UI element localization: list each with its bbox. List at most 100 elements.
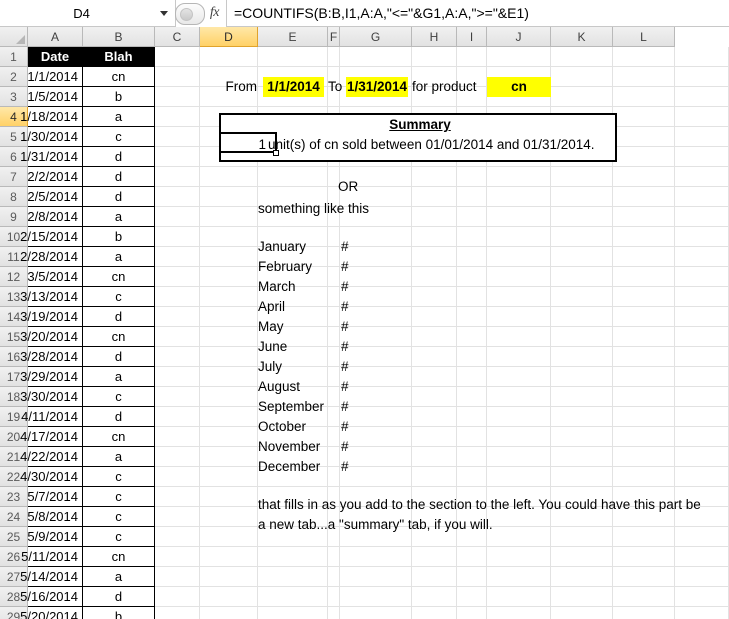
grid-cell[interactable] [551, 227, 613, 247]
table-row-date[interactable]: 1/30/2014 [20, 127, 83, 147]
grid-cell[interactable] [328, 447, 340, 467]
grid-cell[interactable] [328, 407, 340, 427]
grid-cell[interactable] [200, 47, 258, 67]
grid-cell[interactable] [340, 367, 412, 387]
grid-cell[interactable] [340, 247, 412, 267]
grid-cell[interactable] [340, 427, 412, 447]
grid-cell[interactable] [340, 267, 412, 287]
grid-cell[interactable] [340, 287, 412, 307]
grid-cell[interactable] [613, 407, 675, 427]
table-row-blah[interactable]: c [83, 507, 155, 527]
grid-cell[interactable] [155, 107, 200, 127]
grid-cell[interactable] [200, 327, 258, 347]
grid-cell[interactable] [487, 427, 551, 447]
month-value[interactable]: # [341, 279, 349, 294]
grid-cell[interactable] [155, 227, 200, 247]
grid-cell[interactable] [328, 327, 340, 347]
grid-cell[interactable] [155, 487, 200, 507]
grid-cell[interactable] [412, 567, 457, 587]
grid-cell[interactable] [412, 227, 457, 247]
grid-cell[interactable] [412, 307, 457, 327]
grid-cell[interactable] [487, 287, 551, 307]
grid-cell[interactable] [675, 567, 729, 587]
grid-cell[interactable] [487, 587, 551, 607]
month-value[interactable]: # [341, 439, 349, 454]
grid-cell[interactable] [487, 607, 551, 619]
column-header-g[interactable]: G [340, 27, 412, 47]
row-header-9[interactable]: 9 [0, 207, 28, 227]
grid-cell[interactable] [457, 547, 487, 567]
active-cell-selection[interactable] [219, 132, 277, 153]
grid-cell[interactable] [412, 327, 457, 347]
grid-cell[interactable] [200, 547, 258, 567]
grid-cell[interactable] [551, 567, 613, 587]
grid-cell[interactable] [613, 347, 675, 367]
row-header-1[interactable]: 1 [0, 47, 28, 67]
column-header-l[interactable]: L [613, 27, 675, 47]
table-row-blah[interactable]: a [83, 107, 155, 127]
grid-cell[interactable] [328, 607, 340, 619]
grid-cell[interactable] [457, 367, 487, 387]
grid-cell[interactable] [200, 427, 258, 447]
grid-cell[interactable] [613, 107, 675, 127]
grid-cell[interactable] [613, 367, 675, 387]
table-row-blah[interactable]: cn [83, 427, 155, 447]
grid-cell[interactable] [613, 187, 675, 207]
grid-cell[interactable] [675, 167, 729, 187]
grid-cell[interactable] [487, 307, 551, 327]
table-row-date[interactable]: 5/20/2014 [20, 607, 83, 619]
grid-cell[interactable] [155, 47, 200, 67]
grid-cell[interactable] [457, 287, 487, 307]
grid-cell[interactable] [487, 327, 551, 347]
table-row-date[interactable]: 3/29/2014 [20, 367, 83, 387]
table-row-date[interactable]: 3/19/2014 [20, 307, 83, 327]
table-row-blah[interactable]: c [83, 287, 155, 307]
row-header-24[interactable]: 24 [0, 507, 28, 527]
grid-cell[interactable] [457, 607, 487, 619]
grid-cell[interactable] [487, 47, 551, 67]
grid-cell[interactable] [675, 107, 729, 127]
grid-cell[interactable] [200, 227, 258, 247]
spreadsheet-grid[interactable]: ABCDEFGHIJKL 1 2 3 4 5 6 7 8 9 10 11 12 13 14 15 16 17 18… [0, 27, 729, 619]
grid-cell[interactable] [457, 427, 487, 447]
row-header-8[interactable]: 8 [0, 187, 28, 207]
grid-cell[interactable] [487, 227, 551, 247]
table-row-date[interactable]: 2/15/2014 [20, 227, 83, 247]
grid-cell[interactable] [487, 187, 551, 207]
row-header-25[interactable]: 25 [0, 527, 28, 547]
grid-cell[interactable] [613, 567, 675, 587]
column-header-a[interactable]: A [28, 27, 83, 47]
grid-cell[interactable] [328, 227, 340, 247]
grid-cell[interactable] [155, 387, 200, 407]
column-header-d[interactable]: D [200, 27, 258, 47]
grid-cell[interactable] [258, 607, 328, 619]
row-header-3[interactable]: 3 [0, 87, 28, 107]
grid-cell[interactable] [412, 47, 457, 67]
grid-cell[interactable] [200, 367, 258, 387]
table-row-blah[interactable]: c [83, 127, 155, 147]
table-row-blah[interactable]: a [83, 567, 155, 587]
month-value[interactable]: # [341, 319, 349, 334]
table-row-date[interactable]: 3/30/2014 [20, 387, 83, 407]
grid-cell[interactable] [487, 247, 551, 267]
grid-cell[interactable] [412, 167, 457, 187]
row-header-2[interactable]: 2 [0, 67, 28, 87]
table-row-blah[interactable]: b [83, 87, 155, 107]
grid-cell[interactable] [200, 587, 258, 607]
grid-cell[interactable] [258, 47, 328, 67]
grid-cell[interactable] [551, 187, 613, 207]
grid-cell[interactable] [457, 387, 487, 407]
table-row-date[interactable]: 5/11/2014 [21, 547, 83, 567]
grid-cell[interactable] [200, 207, 258, 227]
column-header-b[interactable]: B [83, 27, 155, 47]
month-value[interactable]: # [341, 339, 349, 354]
table-row-blah[interactable]: c [83, 387, 155, 407]
grid-cell[interactable] [412, 407, 457, 427]
table-row-date[interactable]: 2/28/2014 [20, 247, 83, 267]
grid-cell[interactable] [328, 567, 340, 587]
month-value[interactable]: # [341, 259, 349, 274]
grid-cell[interactable] [613, 147, 675, 167]
grid-cell[interactable] [155, 507, 200, 527]
grid-cell[interactable] [412, 607, 457, 619]
column-header-i[interactable]: I [457, 27, 487, 47]
